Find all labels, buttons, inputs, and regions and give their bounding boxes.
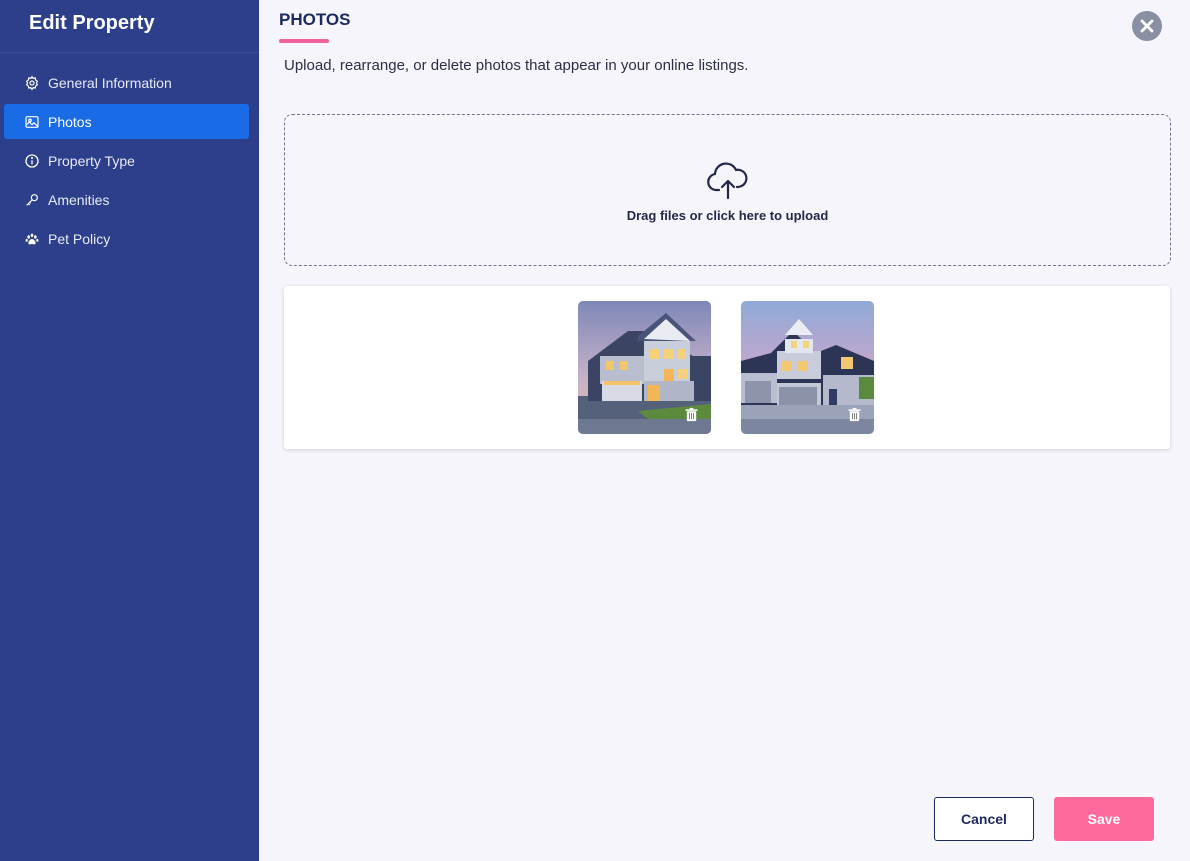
page-title: PHOTOS [279,10,351,29]
trash-icon[interactable] [684,407,699,422]
page-subtitle: Upload, rearrange, or delete photos that… [284,57,749,74]
sidebar-item-label: Pet Policy [48,230,111,247]
upload-dropzone[interactable]: Drag files or click here to upload [284,114,1171,266]
cancel-button[interactable]: Cancel [934,797,1034,841]
gear-icon [23,74,40,91]
cloud-upload-icon [706,161,747,199]
sidebar-item-label: Property Type [48,152,135,169]
photo-thumbnail[interactable] [578,301,711,434]
sidebar-item-label: Amenities [48,191,110,208]
sidebar-item-pet-policy[interactable]: Pet Policy [4,221,249,256]
sidebar-item-property-type[interactable]: Property Type [4,143,249,178]
sidebar-item-general-information[interactable]: General Information [4,65,249,100]
trash-icon[interactable] [847,407,862,422]
photo-thumbnail[interactable] [741,301,874,434]
sidebar-item-label: Photos [48,113,92,130]
key-icon [23,191,40,208]
image-icon [23,113,40,130]
main-panel: PHOTOS Upload, rearrange, or delete phot… [259,0,1190,861]
close-button[interactable] [1132,11,1162,41]
sidebar-item-photos[interactable]: Photos [4,104,249,139]
sidebar-title: Edit Property [0,0,259,53]
photo-gallery [284,286,1170,449]
sidebar-nav: General Information Photos Property Type… [0,53,259,256]
title-underline [279,39,329,43]
dropzone-text: Drag files or click here to upload [626,207,829,223]
sidebar-item-label: General Information [48,74,172,91]
info-icon [23,152,40,169]
save-button[interactable]: Save [1054,797,1154,841]
sidebar: Edit Property General Information Photos… [0,0,259,861]
sidebar-item-amenities[interactable]: Amenities [4,182,249,217]
close-icon [1140,19,1154,33]
paw-icon [23,230,40,247]
